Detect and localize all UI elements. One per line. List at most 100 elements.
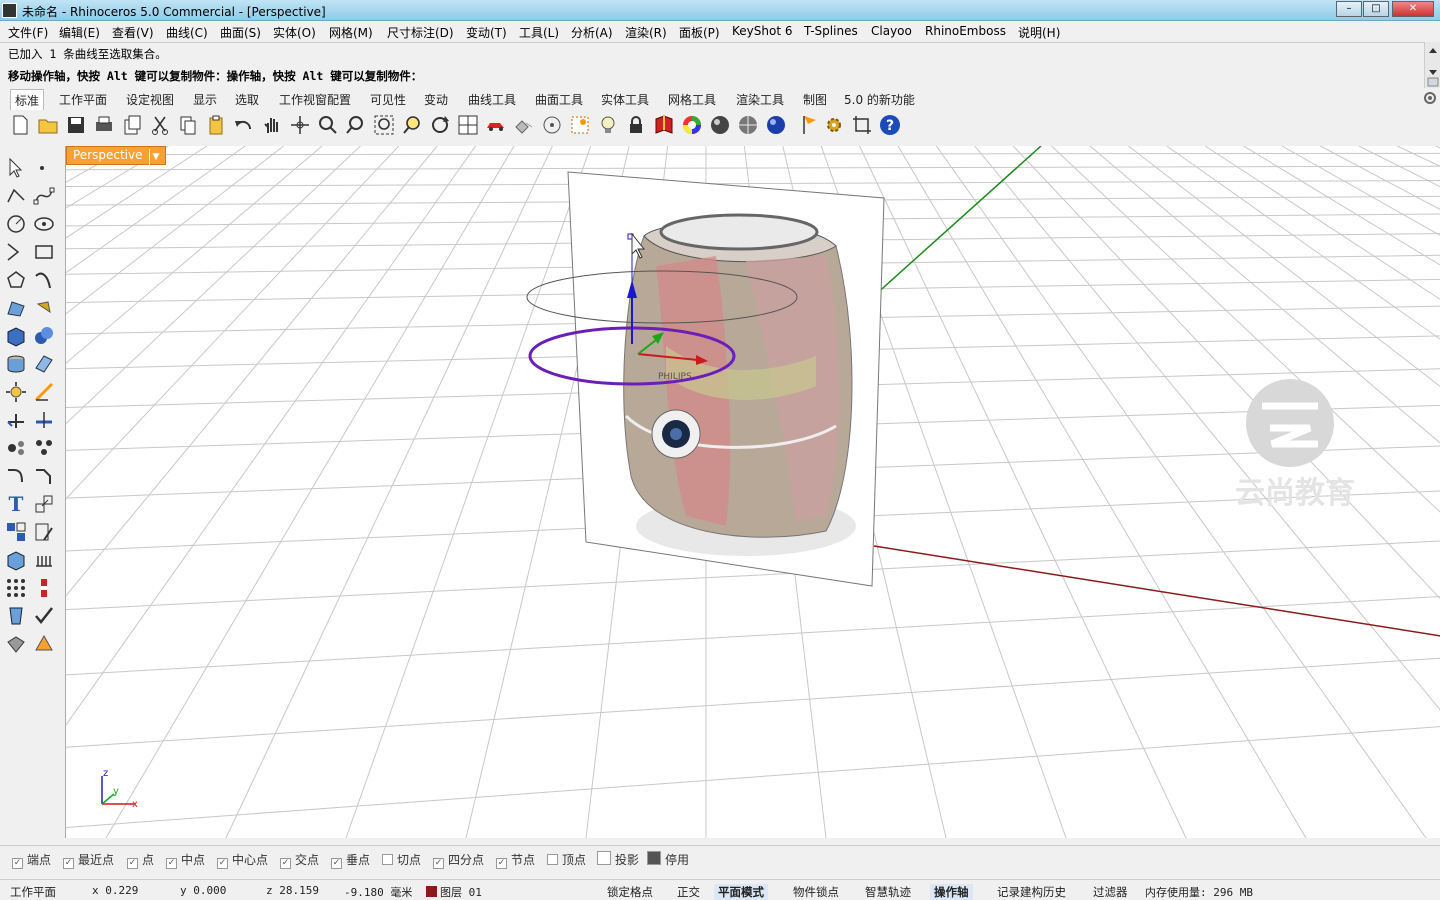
gear-icon[interactable] bbox=[1422, 90, 1438, 106]
text-icon[interactable]: T bbox=[4, 492, 28, 516]
block-icon[interactable] bbox=[4, 548, 28, 572]
menu-transform[interactable]: 变动(T) bbox=[466, 24, 507, 41]
analysis-icon[interactable] bbox=[32, 576, 56, 600]
new-file-icon[interactable] bbox=[8, 113, 32, 137]
rectangle-icon[interactable] bbox=[32, 240, 56, 264]
hide-icon[interactable] bbox=[512, 113, 536, 137]
osnap-disable[interactable]: 停用 bbox=[647, 851, 689, 868]
product-model[interactable]: PHILIPS bbox=[623, 213, 856, 556]
render-sphere-icon[interactable] bbox=[708, 113, 732, 137]
grid-array-icon[interactable] bbox=[4, 576, 28, 600]
viewport-layout-icon[interactable] bbox=[456, 113, 480, 137]
tab-visibility[interactable]: 可见性 bbox=[366, 91, 410, 108]
zoom-extents-icon[interactable] bbox=[372, 113, 396, 137]
chevron-down-icon[interactable]: ▼ bbox=[148, 149, 159, 166]
menu-dimension[interactable]: 尺寸标注(D) bbox=[387, 24, 454, 41]
osnap-intersection[interactable]: ✓ 交点 bbox=[280, 851, 319, 869]
maximize-button[interactable]: □ bbox=[1363, 1, 1389, 17]
help-icon[interactable]: ? bbox=[878, 113, 902, 137]
tab-drafting[interactable]: 制图 bbox=[799, 91, 831, 108]
status-history[interactable]: 记录建构历史 bbox=[997, 884, 1066, 900]
menu-clayoo[interactable]: Clayoo bbox=[871, 24, 912, 38]
explode-icon[interactable] bbox=[4, 380, 28, 404]
status-gumball[interactable]: 操作轴 bbox=[930, 884, 973, 900]
control-point-curve-icon[interactable] bbox=[32, 184, 56, 208]
dimension-icon[interactable] bbox=[32, 548, 56, 572]
pan-hand-icon[interactable] bbox=[260, 113, 284, 137]
tab-select[interactable]: 选取 bbox=[231, 91, 263, 108]
color-wheel-icon[interactable] bbox=[680, 113, 704, 137]
save-icon[interactable] bbox=[64, 113, 88, 137]
boolean-spheres-icon[interactable] bbox=[32, 324, 56, 348]
chamfer-icon[interactable] bbox=[32, 464, 56, 488]
material-book-icon[interactable] bbox=[652, 113, 676, 137]
join-icon[interactable] bbox=[4, 436, 28, 460]
menu-analyze[interactable]: 分析(A) bbox=[571, 24, 613, 41]
polygon-icon[interactable] bbox=[4, 268, 28, 292]
osnap-vertex[interactable]: 顶点 bbox=[547, 851, 586, 868]
osnap-near[interactable]: ✓ 最近点 bbox=[63, 851, 114, 869]
flag-tool-icon[interactable] bbox=[798, 113, 822, 137]
extend-icon[interactable] bbox=[32, 380, 56, 404]
menu-edit[interactable]: 编辑(E) bbox=[59, 24, 100, 41]
zoom-icon[interactable] bbox=[316, 113, 340, 137]
status-cplane[interactable]: 工作平面 bbox=[10, 884, 56, 900]
rhino-app-icon[interactable] bbox=[2, 3, 17, 18]
free-curve-icon[interactable] bbox=[32, 268, 56, 292]
status-planar[interactable]: 平面模式 bbox=[714, 884, 768, 900]
rendered-sphere-icon[interactable] bbox=[736, 113, 760, 137]
osnap-center[interactable]: ✓ 中心点 bbox=[217, 851, 268, 869]
trim-icon[interactable] bbox=[4, 408, 28, 432]
osnap-quadrant[interactable]: ✓ 四分点 bbox=[433, 851, 484, 869]
copy-icon[interactable] bbox=[176, 113, 200, 137]
tab-viewport-layout[interactable]: 工作视窗配置 bbox=[275, 91, 355, 108]
zoom-window-icon[interactable] bbox=[344, 113, 368, 137]
render-mesh-icon[interactable] bbox=[4, 632, 28, 656]
tab-cplanes[interactable]: 工作平面 bbox=[55, 91, 111, 108]
cut-icon[interactable] bbox=[148, 113, 172, 137]
viewport-title-tab[interactable]: Perspective ▼ bbox=[66, 146, 167, 166]
array-icon[interactable] bbox=[32, 436, 56, 460]
check-icon[interactable] bbox=[32, 604, 56, 628]
snap-grid-icon[interactable] bbox=[568, 113, 592, 137]
status-grid-snap[interactable]: 锁定格点 bbox=[607, 884, 653, 900]
plane-surface-icon[interactable] bbox=[32, 352, 56, 376]
osnap-point[interactable]: ✓ 点 bbox=[127, 851, 154, 869]
menu-keyshot[interactable]: KeyShot 6 bbox=[732, 24, 792, 38]
gear-tool-icon[interactable] bbox=[822, 113, 846, 137]
menu-mesh[interactable]: 网格(M) bbox=[329, 24, 373, 41]
close-button[interactable]: ✕ bbox=[1392, 1, 1434, 17]
tab-solid-tools[interactable]: 实体工具 bbox=[597, 91, 653, 108]
polyline-icon[interactable] bbox=[4, 184, 28, 208]
open-folder-icon[interactable] bbox=[36, 113, 60, 137]
osnap-perpendicular[interactable]: ✓ 垂点 bbox=[331, 851, 370, 869]
tab-standard[interactable]: 标准 bbox=[10, 89, 45, 110]
tab-surface-tools[interactable]: 曲面工具 bbox=[531, 91, 587, 108]
print-icon[interactable] bbox=[92, 113, 116, 137]
menu-tools[interactable]: 工具(L) bbox=[519, 24, 559, 41]
osnap-end[interactable]: ✓ 端点 bbox=[12, 851, 51, 869]
car-icon[interactable] bbox=[484, 113, 508, 137]
menu-panels[interactable]: 面板(P) bbox=[679, 24, 720, 41]
menu-tsplines[interactable]: T-Splines bbox=[804, 24, 858, 38]
osnap-tangent[interactable]: 切点 bbox=[382, 851, 421, 868]
rotate-icon[interactable] bbox=[428, 113, 452, 137]
command-prompt[interactable]: 移动操作轴，快按 Alt 键可以复制物件：操作轴，快按 Alt 键可以复制物件： bbox=[8, 68, 422, 84]
menu-view[interactable]: 查看(V) bbox=[112, 24, 154, 41]
arc-icon[interactable] bbox=[4, 240, 28, 264]
box-solid-icon[interactable] bbox=[4, 324, 28, 348]
selection-crop-icon[interactable] bbox=[850, 113, 874, 137]
transform-icon[interactable] bbox=[32, 520, 56, 544]
menu-rhinoemboss[interactable]: RhinoEmboss bbox=[925, 24, 1006, 38]
osnap-knot[interactable]: ✓ 节点 bbox=[496, 851, 535, 869]
split-icon[interactable] bbox=[32, 408, 56, 432]
menu-file[interactable]: 文件(F) bbox=[8, 24, 48, 41]
tab-set-view[interactable]: 设定视图 bbox=[122, 91, 178, 108]
zoom-selected-icon[interactable] bbox=[400, 113, 424, 137]
tab-display[interactable]: 显示 bbox=[189, 91, 221, 108]
rotate-surface-icon[interactable] bbox=[32, 296, 56, 320]
blue-sphere-icon[interactable] bbox=[764, 113, 788, 137]
tab-new-in-v5[interactable]: 5.0 的新功能 bbox=[840, 91, 919, 108]
cylinder-icon[interactable] bbox=[4, 352, 28, 376]
point-icon[interactable] bbox=[32, 156, 56, 180]
